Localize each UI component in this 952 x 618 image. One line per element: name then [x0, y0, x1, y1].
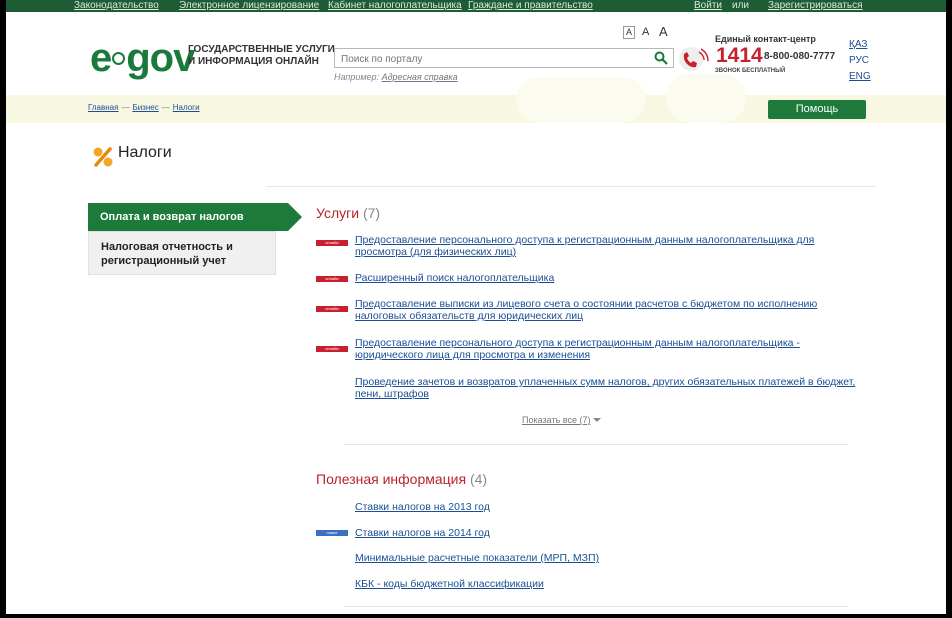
- help-button[interactable]: Помощь: [768, 100, 866, 119]
- top-nav-legislation[interactable]: Законодательство: [74, 1, 159, 11]
- contact-center-title: Единый контакт-центр: [715, 34, 816, 44]
- useful-count: (4): [469, 471, 488, 487]
- logo-dot-icon: [112, 52, 126, 65]
- useful-link[interactable]: КБК - коды бюджетной классификации: [355, 578, 544, 590]
- breadcrumb-taxes[interactable]: Налоги: [173, 103, 200, 112]
- breadcrumb-home[interactable]: Главная: [88, 103, 118, 112]
- services-heading: Услуги (7): [316, 205, 380, 221]
- service-item: Проведение зачетов и возвратов уплаченны…: [355, 376, 865, 400]
- divider: [344, 606, 848, 607]
- font-size-large-button[interactable]: A: [659, 24, 668, 39]
- service-link[interactable]: Предоставление персонального доступа к р…: [355, 234, 814, 258]
- service-item: Предоставление выписки из лицевого счета…: [355, 298, 865, 322]
- percent-icon: [93, 147, 113, 167]
- divider: [344, 444, 848, 445]
- top-nav-bar: Законодательство Электронное лицензирова…: [6, 0, 946, 12]
- logo-gov: gov: [126, 36, 195, 80]
- useful-link[interactable]: Минимальные расчетные показатели (МРП, М…: [355, 552, 599, 564]
- service-item: Предоставление персонального доступа к р…: [355, 234, 865, 258]
- online-badge: онлайн: [316, 306, 348, 312]
- service-link[interactable]: Предоставление персонального доступа к р…: [355, 337, 800, 361]
- contact-long-number: 8-800-080-7777: [764, 51, 836, 62]
- lang-eng[interactable]: ENG: [849, 71, 871, 82]
- useful-link[interactable]: Ставки налогов на 2014 год: [355, 527, 490, 539]
- breadcrumb-separator: —: [121, 103, 130, 112]
- page-title: Налоги: [118, 144, 172, 161]
- sidebar-item-label: Оплата и возврат налогов: [100, 211, 244, 223]
- useful-item: Ставки налогов на 2014 год: [355, 527, 865, 539]
- useful-info-heading: Полезная информация (4): [316, 471, 487, 487]
- top-nav-taxpayer-cabinet[interactable]: Кабинет налогоплательщика: [328, 1, 462, 11]
- font-size-medium-button[interactable]: A: [642, 26, 649, 38]
- useful-item: КБК - коды бюджетной классификации: [355, 578, 865, 590]
- useful-item: Ставки налогов на 2013 год: [355, 501, 865, 513]
- tagline-line2: И ИНФОРМАЦИЯ ОНЛАЙН: [188, 56, 319, 67]
- sidebar-item-label: Налоговая отчетность и регистрационный у…: [101, 241, 233, 267]
- online-badge: онлайн: [316, 346, 348, 352]
- services-title: Услуги: [316, 205, 360, 221]
- useful-link[interactable]: Ставки налогов на 2013 год: [355, 501, 490, 513]
- service-item: Расширенный поиск налогоплательщика: [355, 272, 865, 284]
- search-icon[interactable]: [654, 51, 668, 65]
- services-count: (7): [362, 205, 381, 221]
- service-link[interactable]: Предоставление выписки из лицевого счета…: [355, 298, 817, 322]
- register-link[interactable]: Зарегистрироваться: [768, 1, 863, 11]
- show-all-link[interactable]: Показать все (7): [522, 415, 590, 425]
- breadcrumb-business[interactable]: Бизнес: [132, 103, 158, 112]
- top-nav-citizens-government[interactable]: Граждане и правительство: [468, 1, 593, 11]
- search-input[interactable]: [335, 51, 647, 68]
- service-link[interactable]: Проведение зачетов и возвратов уплаченны…: [355, 376, 855, 400]
- top-nav-e-licensing[interactable]: Электронное лицензирование: [179, 1, 319, 11]
- search-example-prefix: Например:: [334, 72, 380, 82]
- decor-shape: [666, 73, 746, 123]
- breadcrumb-separator: —: [161, 103, 170, 112]
- divider: [266, 186, 876, 187]
- page: Законодательство Электронное лицензирова…: [6, 0, 946, 614]
- useful-title: Полезная информация: [316, 471, 467, 487]
- search-example-link[interactable]: Адресная справка: [382, 72, 458, 82]
- chevron-down-icon[interactable]: [592, 417, 601, 423]
- search-example: Например: Адресная справка: [334, 72, 458, 82]
- service-link[interactable]: Расширенный поиск налогоплательщика: [355, 272, 554, 284]
- font-size-small-button[interactable]: A: [623, 26, 635, 39]
- phone-icon: [679, 47, 709, 71]
- tagline-line1: ГОСУДАРСТВЕННЫЕ УСЛУГИ: [188, 44, 335, 55]
- new-badge: новое: [316, 530, 348, 536]
- logo-e: e: [90, 36, 112, 80]
- lang-kaz[interactable]: ҚАЗ: [849, 39, 867, 50]
- or-text: или: [732, 0, 750, 11]
- online-badge: онлайн: [316, 276, 348, 282]
- egov-logo[interactable]: e gov: [90, 36, 195, 80]
- useful-item: Минимальные расчетные показатели (МРП, М…: [355, 552, 865, 564]
- service-item: Предоставление персонального доступа к р…: [355, 337, 865, 361]
- sidebar-item-payment-refund[interactable]: Оплата и возврат налогов: [88, 203, 302, 231]
- logo-tagline: ГОСУДАРСТВЕННЫЕ УСЛУГИ И ИНФОРМАЦИЯ ОНЛА…: [188, 44, 335, 68]
- show-all: Показать все (7): [522, 415, 601, 425]
- login-link[interactable]: Войти: [694, 1, 722, 11]
- decor-shape: [516, 77, 646, 123]
- search-box: [334, 48, 674, 68]
- contact-short-number: 1414: [716, 44, 763, 67]
- sidebar-item-reporting[interactable]: Налоговая отчетность и регистрационный у…: [88, 231, 276, 275]
- breadcrumb: Главная — Бизнес — Налоги: [88, 103, 200, 112]
- online-badge: онлайн: [316, 240, 348, 246]
- lang-rus[interactable]: РУС: [849, 55, 869, 66]
